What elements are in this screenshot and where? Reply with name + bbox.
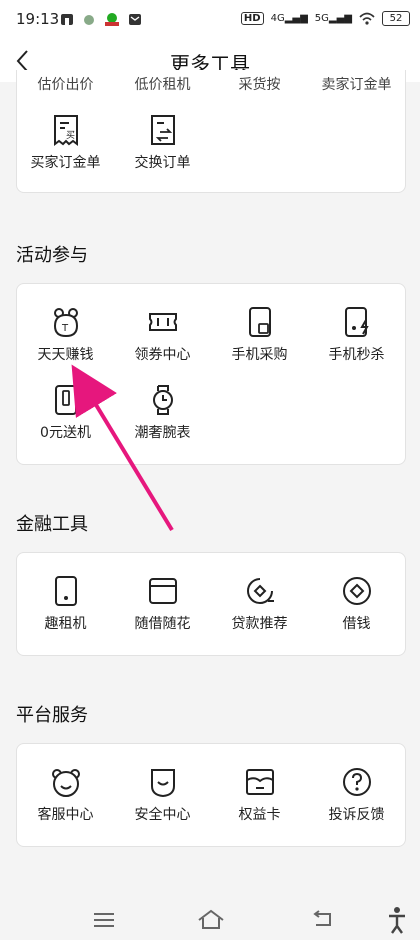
coupon-icon	[148, 313, 177, 331]
status-time: 19:13	[16, 10, 60, 28]
cut-label: 估价出价	[37, 77, 94, 93]
system-nav-bar	[0, 900, 420, 940]
signal-5g: 5G▂▄▆	[314, 13, 352, 24]
finance-card: 趣租机 随借随花 贷款推荐 借钱	[16, 552, 406, 656]
tool-label: 0元送机	[40, 425, 91, 441]
tool-borrow-money[interactable]: 借钱	[308, 575, 405, 647]
tool-buyer-deposit[interactable]: 买 买家订金单	[17, 114, 114, 186]
app-notification-icon	[61, 14, 73, 25]
tool-label: 天天赚钱	[37, 347, 94, 363]
home-icon[interactable]	[196, 908, 226, 930]
section-title-finance: 金融工具	[16, 514, 88, 535]
tool-label: 交换订单	[134, 155, 191, 171]
section-title-activity: 活动参与	[16, 245, 88, 266]
app-notification-icon	[105, 13, 119, 26]
receipt-buy-icon: 买	[53, 115, 78, 146]
bear-face-icon	[51, 769, 80, 797]
top-tools-card: 估价出价 低价租机 采货按 卖家订金单 买 买家订金单 交换订单	[16, 70, 406, 193]
tool-label: 投诉反馈	[328, 807, 385, 823]
card-icon	[148, 578, 177, 604]
section-title-services: 平台服务	[16, 705, 88, 726]
tool-luxury-watch[interactable]: 潮奢腕表	[114, 384, 211, 456]
svg-text:T: T	[61, 323, 69, 334]
tool-customer-service[interactable]: 客服中心	[17, 766, 114, 838]
battery-indicator: 52	[382, 11, 410, 26]
app-notification-icon	[84, 15, 94, 25]
tool-phone-flash-sale[interactable]: 手机秒杀	[308, 306, 405, 378]
tool-benefit-card[interactable]: 权益卡	[211, 766, 308, 838]
borrow-icon	[342, 577, 371, 605]
tool-borrow-spend[interactable]: 随借随花	[114, 575, 211, 647]
free-phone-icon	[54, 385, 77, 415]
svg-text:买: 买	[66, 130, 75, 141]
shield-smile-icon	[150, 769, 175, 798]
accessibility-icon[interactable]	[386, 906, 408, 934]
tool-label: 贷款推荐	[231, 616, 288, 632]
tool-label: 领券中心	[134, 347, 191, 363]
tool-security-center[interactable]: 安全中心	[114, 766, 211, 838]
mail-icon	[129, 14, 141, 25]
wifi-icon	[359, 12, 375, 25]
exchange-order-icon	[150, 115, 175, 145]
tool-rent-phone[interactable]: 趣租机	[17, 575, 114, 647]
signal-4g: 4G▂▄▆	[270, 13, 308, 24]
watch-icon	[152, 385, 173, 415]
cut-label: 采货按	[238, 77, 281, 93]
rent-phone-icon	[54, 576, 77, 606]
activity-card: T 天天赚钱 领券中心 手机采购 手机秒杀 0元送机 潮奢腕表	[16, 283, 406, 465]
status-bar: 19:13 HD 4G▂▄▆ 5G▂▄▆ 52	[0, 0, 420, 40]
tool-free-phone[interactable]: 0元送机	[17, 384, 114, 456]
tool-exchange-order[interactable]: 交换订单	[114, 114, 211, 186]
back-nav-icon[interactable]	[310, 908, 336, 930]
tool-loan-recommend[interactable]: 贷款推荐	[211, 575, 308, 647]
cut-label: 低价租机	[134, 77, 191, 93]
tool-daily-earn[interactable]: T 天天赚钱	[17, 306, 114, 378]
tool-label: 随借随花	[134, 616, 191, 632]
cut-label: 卖家订金单	[321, 77, 392, 93]
question-icon	[342, 768, 371, 796]
notification-icons	[60, 12, 142, 26]
tool-label: 买家订金单	[30, 155, 101, 171]
tool-label: 潮奢腕表	[134, 425, 191, 441]
tool-label: 安全中心	[134, 807, 191, 823]
tool-label: 借钱	[342, 616, 371, 632]
tool-coupon-center[interactable]: 领券中心	[114, 306, 211, 378]
services-card: 客服中心 安全中心 权益卡 投诉反馈	[16, 743, 406, 847]
benefit-card-icon	[245, 769, 274, 795]
tool-label: 手机秒杀	[328, 347, 385, 363]
tool-label: 客服中心	[37, 807, 94, 823]
tool-phone-purchase[interactable]: 手机采购	[211, 306, 308, 378]
loan-icon	[246, 578, 274, 604]
money-bag-icon: T	[53, 308, 78, 338]
tool-label: 手机采购	[231, 347, 288, 363]
phone-flash-sale-icon	[344, 307, 369, 337]
menu-icon[interactable]	[92, 910, 116, 930]
hd-indicator: HD	[240, 12, 264, 25]
phone-purchase-icon	[248, 307, 271, 337]
tool-complaint-feedback[interactable]: 投诉反馈	[308, 766, 405, 838]
tool-label: 趣租机	[44, 616, 87, 632]
tool-label: 权益卡	[238, 807, 281, 823]
system-status: HD 4G▂▄▆ 5G▂▄▆ 52	[240, 11, 410, 26]
